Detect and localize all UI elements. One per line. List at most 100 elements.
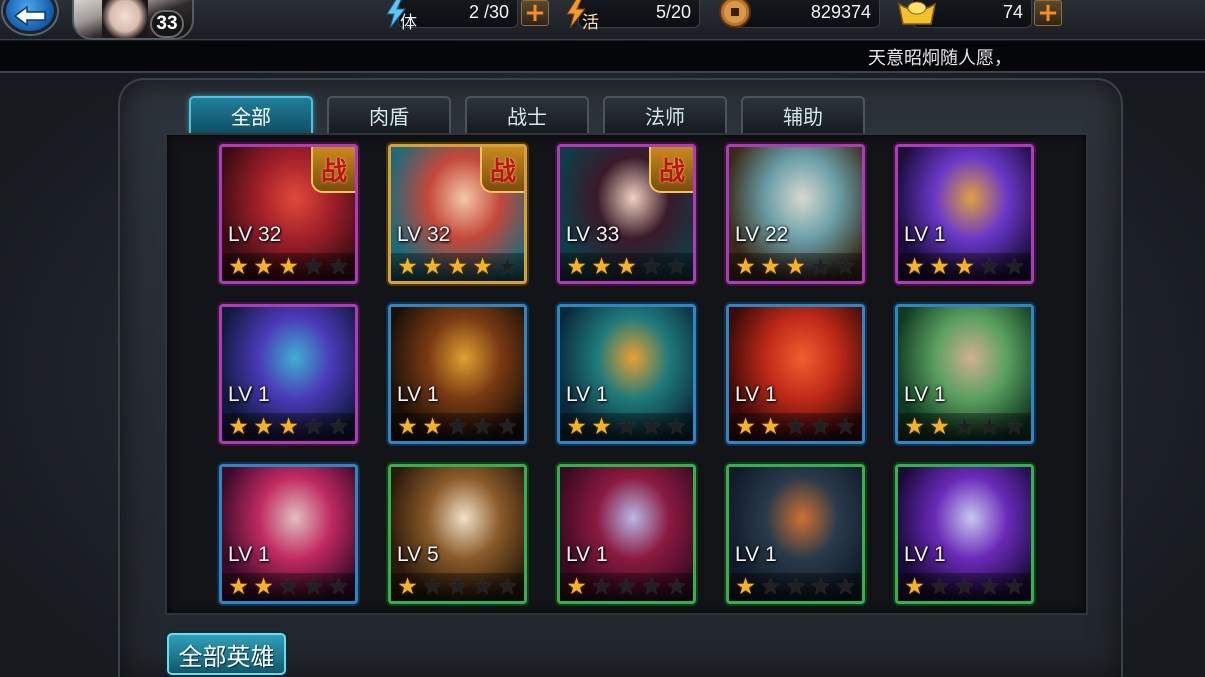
all-heroes-button[interactable]: 全部英雄 [167,633,286,675]
hero-level: LV 33 [566,223,620,246]
star-filled-icon: ★ [904,573,925,600]
star-rating: ★ ★ ★ ★ ★ [560,413,693,441]
star-empty-icon: ★ [303,413,324,440]
star-empty-icon: ★ [810,573,831,600]
hero-card[interactable]: LV 1 ★ ★ ★ ★ ★ [388,304,527,444]
copper-coin-icon [719,0,751,28]
hero-level: LV 1 [566,383,608,406]
star-filled-icon: ★ [760,253,781,280]
star-rating: ★ ★ ★ ★ ★ [560,253,693,281]
hero-level: LV 1 [397,383,439,406]
hero-card[interactable]: 战 LV 32 ★ ★ ★ ★ ★ [219,144,358,284]
hero-card[interactable]: LV 1 ★ ★ ★ ★ ★ [895,464,1034,604]
star-empty-icon: ★ [666,253,687,280]
hero-card[interactable]: LV 1 ★ ★ ★ ★ ★ [219,304,358,444]
star-filled-icon: ★ [472,253,493,280]
star-filled-icon: ★ [397,573,418,600]
star-empty-icon: ★ [591,573,612,600]
star-rating: ★ ★ ★ ★ ★ [898,573,1031,601]
star-empty-icon: ★ [1004,253,1025,280]
hero-card[interactable]: LV 1 ★ ★ ★ ★ ★ [726,464,865,604]
back-button[interactable] [3,0,57,34]
stamina-add-button[interactable]: + [521,0,549,26]
star-rating: ★ ★ ★ ★ ★ [898,253,1031,281]
hero-level: LV 1 [735,543,777,566]
tab-support[interactable]: 辅助 [741,96,865,133]
avatar-portrait [102,0,148,38]
hero-card[interactable]: LV 1 ★ ★ ★ ★ ★ [726,304,865,444]
star-empty-icon: ★ [929,573,950,600]
hero-card[interactable]: LV 22 ★ ★ ★ ★ ★ [726,144,865,284]
in-battle-badge: 战 [311,147,355,193]
star-rating: ★ ★ ★ ★ ★ [222,413,355,441]
star-empty-icon: ★ [979,413,1000,440]
star-filled-icon: ★ [447,253,468,280]
star-empty-icon: ★ [328,573,349,600]
top-status-bar: 33 2 /30 体 + 5/20 活 829374 74 + [0,0,1205,40]
star-filled-icon: ★ [278,253,299,280]
hero-level: LV 32 [228,223,282,246]
star-filled-icon: ★ [929,253,950,280]
star-empty-icon: ★ [497,413,518,440]
star-empty-icon: ★ [835,413,856,440]
ingot-add-button[interactable]: + [1034,0,1062,26]
star-filled-icon: ★ [397,413,418,440]
star-empty-icon: ★ [472,413,493,440]
star-filled-icon: ★ [278,413,299,440]
star-empty-icon: ★ [641,253,662,280]
hero-card[interactable]: LV 1 ★ ★ ★ ★ ★ [557,464,696,604]
star-empty-icon: ★ [835,253,856,280]
star-rating: ★ ★ ★ ★ ★ [729,253,862,281]
star-filled-icon: ★ [253,253,274,280]
hero-card[interactable]: LV 1 ★ ★ ★ ★ ★ [219,464,358,604]
star-filled-icon: ★ [904,253,925,280]
star-empty-icon: ★ [641,573,662,600]
hero-card[interactable]: LV 1 ★ ★ ★ ★ ★ [895,304,1034,444]
in-battle-badge: 战 [649,147,693,193]
tab-all[interactable]: 全部 [189,96,313,133]
star-empty-icon: ★ [278,573,299,600]
star-filled-icon: ★ [566,253,587,280]
back-arrow-icon [13,5,46,27]
hero-card[interactable]: LV 1 ★ ★ ★ ★ ★ [557,304,696,444]
star-rating: ★ ★ ★ ★ ★ [222,253,355,281]
hero-level: LV 22 [735,223,789,246]
star-filled-icon: ★ [228,253,249,280]
hero-card[interactable]: 战 LV 33 ★ ★ ★ ★ ★ [557,144,696,284]
star-filled-icon: ★ [904,413,925,440]
star-empty-icon: ★ [785,573,806,600]
star-rating: ★ ★ ★ ★ ★ [391,253,524,281]
hero-level: LV 1 [228,543,270,566]
star-filled-icon: ★ [397,253,418,280]
star-filled-icon: ★ [566,573,587,600]
star-empty-icon: ★ [1004,573,1025,600]
star-rating: ★ ★ ★ ★ ★ [391,573,524,601]
star-empty-icon: ★ [954,413,975,440]
star-filled-icon: ★ [566,413,587,440]
hero-card[interactable]: LV 1 ★ ★ ★ ★ ★ [895,144,1034,284]
star-empty-icon: ★ [835,573,856,600]
star-filled-icon: ★ [591,413,612,440]
stamina-value: 2 /30 [468,2,509,22]
hero-card[interactable]: LV 5 ★ ★ ★ ★ ★ [388,464,527,604]
star-empty-icon: ★ [1004,413,1025,440]
hero-level: LV 1 [904,383,946,406]
hero-card[interactable]: 战 LV 32 ★ ★ ★ ★ ★ [388,144,527,284]
hero-level: LV 1 [904,543,946,566]
tab-tank[interactable]: 肉盾 [327,96,451,133]
tab-warrior[interactable]: 战士 [465,96,589,133]
star-empty-icon: ★ [760,573,781,600]
star-empty-icon: ★ [447,413,468,440]
star-empty-icon: ★ [616,413,637,440]
star-rating: ★ ★ ★ ★ ★ [391,413,524,441]
star-empty-icon: ★ [810,413,831,440]
star-empty-icon: ★ [328,413,349,440]
hero-level: LV 1 [566,543,608,566]
tab-mage[interactable]: 法师 [603,96,727,133]
star-rating: ★ ★ ★ ★ ★ [898,413,1031,441]
star-empty-icon: ★ [979,253,1000,280]
activity-label: 活 [582,13,599,33]
announcement-bar: 天意昭炯随人愿， [0,41,1205,73]
gold-ingot-icon [897,1,937,25]
star-rating: ★ ★ ★ ★ ★ [729,413,862,441]
